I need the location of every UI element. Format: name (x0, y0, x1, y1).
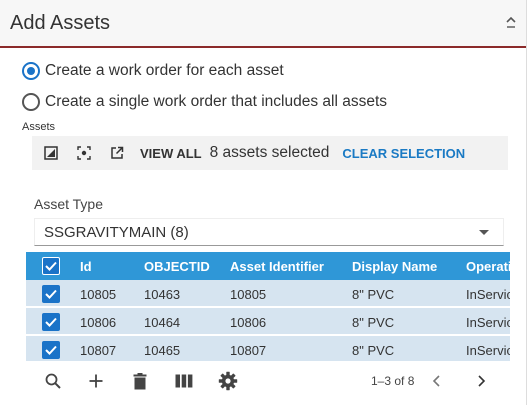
option-single-work-order-label: Create a single work order that includes… (45, 93, 388, 110)
check-icon[interactable] (42, 257, 60, 275)
cell-objectid: 10465 (144, 343, 181, 358)
table-row[interactable]: 10806 10464 10806 8" PVC InService (26, 308, 510, 336)
check-icon[interactable] (42, 285, 60, 303)
option-each-asset-label: Create a work order for each asset (45, 62, 284, 79)
cell-objectid: 10464 (144, 315, 181, 330)
row-checkbox[interactable] (42, 341, 60, 359)
view-all-button[interactable]: VIEW ALL (140, 146, 202, 161)
asset-type-label: Asset Type (34, 196, 104, 212)
grid-footer: 1–3 of 8 (0, 365, 526, 395)
column-header-operational-status[interactable]: OperationalStatus (466, 259, 510, 274)
caret-down-icon (479, 230, 489, 235)
row-checkbox[interactable] (42, 285, 60, 303)
add-assets-panel: Add Assets Create a work order for each … (0, 0, 527, 405)
cell-id: 10805 (80, 287, 117, 302)
table-row[interactable]: 10807 10465 10807 8" PVC InService (26, 336, 510, 361)
check-icon[interactable] (42, 341, 60, 359)
chevron-right-icon[interactable] (474, 373, 488, 389)
search-icon[interactable] (43, 371, 63, 391)
asset-type-value: SSGRAVITYMAIN (8) (44, 223, 189, 241)
chevron-left-icon[interactable] (430, 373, 444, 389)
table-row[interactable]: 10805 10463 10805 8" PVC InService (26, 280, 510, 308)
grid-header-row: Id OBJECTID Asset Identifier Display Nam… (26, 252, 510, 280)
cell-id: 10807 (80, 343, 117, 358)
assets-label: Assets (22, 121, 56, 133)
cell-asset-identifier: 10805 (230, 287, 267, 302)
cell-objectid: 10463 (144, 287, 181, 302)
delete-icon[interactable] (130, 371, 150, 391)
assets-grid: Id OBJECTID Asset Identifier Display Nam… (26, 252, 510, 361)
columns-icon[interactable] (174, 371, 194, 391)
select-all-checkbox[interactable] (42, 257, 60, 275)
column-header-display-name[interactable]: Display Name (352, 259, 437, 274)
cell-display-name: 8" PVC (352, 315, 395, 330)
open-external-icon[interactable] (109, 145, 125, 161)
option-each-asset[interactable]: Create a work order for each asset (22, 62, 284, 80)
panel-header: Add Assets (0, 0, 526, 48)
add-icon[interactable] (86, 371, 106, 391)
cell-operational-status: InService (466, 315, 510, 330)
clear-selection-button[interactable]: CLEAR SELECTION (342, 146, 465, 161)
cell-display-name: 8" PVC (352, 287, 395, 302)
cell-asset-identifier: 10806 (230, 315, 267, 330)
map-select-icon[interactable] (43, 145, 59, 161)
pager-range: 1–3 of 8 (371, 374, 415, 388)
column-header-id[interactable]: Id (80, 259, 92, 274)
radio-each-asset[interactable] (22, 62, 40, 80)
row-checkbox[interactable] (42, 313, 60, 331)
check-icon[interactable] (42, 313, 60, 331)
assets-toolbar: VIEW ALL 8 assets selected CLEAR SELECTI… (32, 136, 508, 170)
cell-display-name: 8" PVC (352, 343, 395, 358)
radio-single-work-order[interactable] (22, 93, 40, 111)
cell-operational-status: InService (466, 287, 510, 302)
cell-asset-identifier: 10807 (230, 343, 267, 358)
chevron-up-icon[interactable] (504, 14, 518, 32)
settings-icon[interactable] (218, 371, 238, 391)
asset-type-select[interactable]: SSGRAVITYMAIN (8) (34, 218, 504, 246)
column-header-objectid[interactable]: OBJECTID (144, 259, 210, 274)
cell-id: 10806 (80, 315, 117, 330)
zoom-to-selection-icon[interactable] (76, 145, 92, 161)
selected-count: 8 assets selected (209, 144, 330, 161)
panel-title: Add Assets (10, 12, 111, 34)
option-single-work-order[interactable]: Create a single work order that includes… (22, 93, 387, 111)
cell-operational-status: InService (466, 343, 510, 358)
column-header-asset-identifier[interactable]: Asset Identifier (230, 259, 324, 274)
